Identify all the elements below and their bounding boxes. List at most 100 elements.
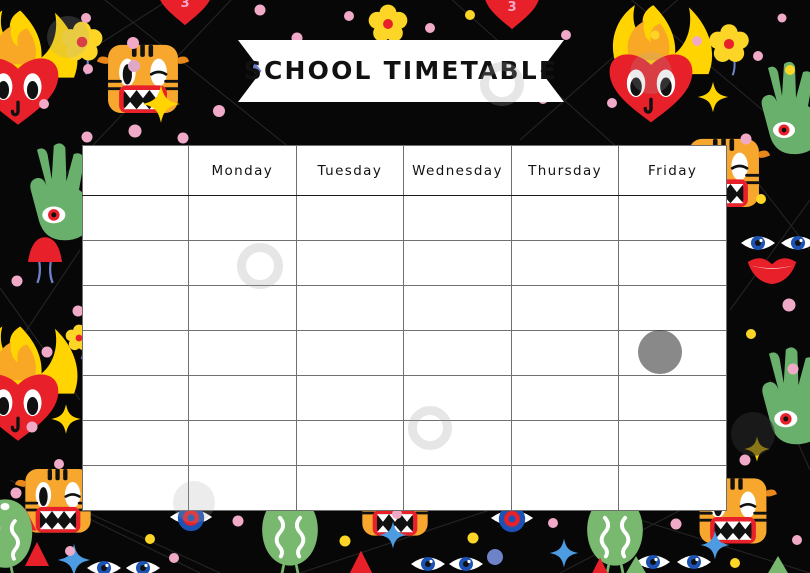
triangle [588,557,612,573]
column-header-thursday: Thursday [510,145,620,196]
mushroom [26,236,64,285]
timetable-cell[interactable] [295,465,405,511]
tiger-face [95,42,191,115]
cactus-hand [762,347,810,445]
timetable-row [82,465,727,511]
timetable-cell[interactable] [510,240,620,286]
snake-head [0,497,35,573]
timetable-cell[interactable] [295,420,405,466]
lips [747,258,797,285]
time-cell[interactable] [82,285,189,331]
watermark [630,52,672,94]
poster-root: 3 [0,0,810,573]
timetable-container: Monday Tuesday Wednesday Thursday Friday [82,145,727,511]
timetable-cell[interactable] [295,285,405,331]
timetable-cell[interactable] [188,465,297,511]
timetable-row [82,195,727,241]
timetable-cell[interactable] [510,195,620,241]
timetable-row [82,330,727,376]
column-header-tuesday: Tuesday [295,145,405,196]
timetable-header-row: Monday Tuesday Wednesday Thursday Friday [82,145,727,196]
heart-balloon [157,0,213,26]
timetable-cell[interactable] [188,330,297,376]
watermark [47,16,89,58]
sparkle [379,521,407,549]
sparkle [142,85,180,123]
time-cell[interactable] [82,420,189,466]
timetable-cell[interactable] [403,195,512,241]
time-cell[interactable] [82,375,189,421]
timetable-cell[interactable] [295,195,405,241]
heart-balloon [484,0,540,30]
sparkle [744,436,770,462]
timetable-cell[interactable] [510,420,620,466]
timetable-cell[interactable] [295,240,405,286]
sparkle [57,543,91,573]
eye [741,236,775,250]
timetable-cell[interactable] [618,465,727,511]
flaming-heart [607,3,714,125]
column-header-wednesday: Wednesday [403,145,512,196]
time-cell[interactable] [82,465,189,511]
timetable-cell[interactable] [618,285,727,331]
triangle [25,542,49,566]
watermark [731,412,775,456]
triangle [349,550,373,573]
flower [60,20,104,76]
timetable: Monday Tuesday Wednesday Thursday Friday [82,145,727,511]
time-cell[interactable] [82,195,189,241]
eye [677,555,711,569]
timetable-row [82,420,727,466]
timetable-cell[interactable] [295,375,405,421]
timetable-cell[interactable] [403,465,512,511]
sparkle [700,530,730,560]
timetable-row [82,285,727,331]
timetable-cell[interactable] [403,240,512,286]
time-cell[interactable] [82,330,189,376]
time-column-header [82,145,189,196]
timetable-cell[interactable] [403,420,512,466]
eye [449,557,483,571]
timetable-cell[interactable] [618,240,727,286]
eye [636,555,670,569]
timetable-cell[interactable] [188,375,297,421]
flaming-heart [0,324,80,443]
eye [126,561,160,573]
timetable-row [82,240,727,286]
timetable-cell[interactable] [510,330,620,376]
timetable-cell[interactable] [403,375,512,421]
flower [708,23,750,77]
title-banner: SCHOOL TIMETABLE [238,40,564,102]
timetable-row [82,375,727,421]
triangle [13,507,37,531]
timetable-cell[interactable] [188,420,297,466]
timetable-cell[interactable] [403,285,512,331]
time-cell[interactable] [82,240,189,286]
eye [781,236,810,250]
timetable-cell[interactable] [618,195,727,241]
timetable-cell[interactable] [295,330,405,376]
triangle-green [626,556,646,573]
eye [411,557,445,571]
timetable-cell[interactable] [188,240,297,286]
timetable-cell[interactable] [618,330,727,376]
cactus-hand [761,61,810,155]
timetable-cell[interactable] [618,375,727,421]
timetable-body [82,195,727,511]
page-title: SCHOOL TIMETABLE [243,56,559,85]
triangle-green [768,556,788,573]
timetable-cell[interactable] [188,285,297,331]
timetable-cell[interactable] [618,420,727,466]
timetable-cell[interactable] [510,465,620,511]
timetable-cell[interactable] [510,375,620,421]
sparkle [697,81,729,113]
sparkle [549,538,579,568]
eye [87,561,121,573]
sparkle [51,404,81,434]
column-header-monday: Monday [188,145,297,196]
timetable-cell[interactable] [403,330,512,376]
timetable-cell[interactable] [188,195,297,241]
timetable-cell[interactable] [510,285,620,331]
column-header-friday: Friday [618,145,727,196]
flaming-heart [0,8,80,127]
